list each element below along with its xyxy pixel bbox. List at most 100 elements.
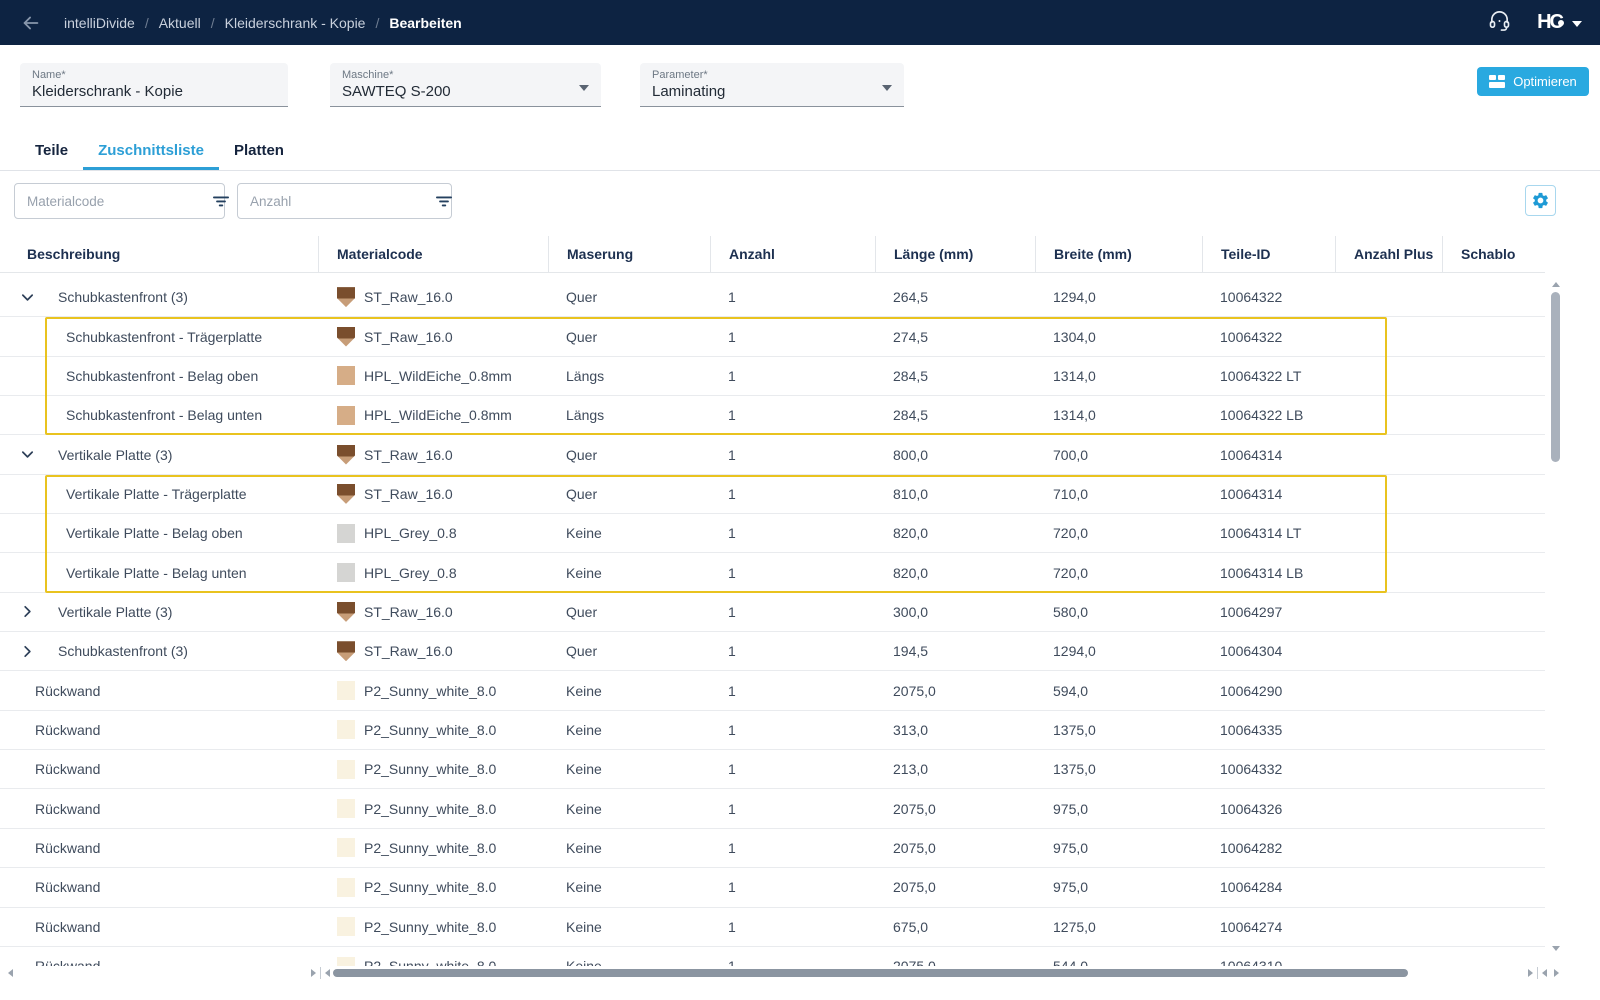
machine-field[interactable]: Maschine* — [330, 63, 601, 107]
cell-teile-id: 10064304 — [1202, 632, 1335, 670]
homag-logo[interactable]: HC — [1537, 11, 1563, 34]
breadcrumb-item-0[interactable]: intelliDivide — [64, 15, 135, 31]
vscroll-up-arrow[interactable] — [1552, 282, 1560, 287]
column-header-schablo[interactable]: Schablo — [1442, 236, 1545, 272]
column-header-teile-id[interactable]: Teile-ID — [1202, 236, 1335, 272]
breadcrumb-separator: / — [145, 15, 149, 31]
cell-maserung: Keine — [548, 553, 710, 591]
tab-platten[interactable]: Platten — [219, 134, 299, 170]
table-row-10[interactable]: Schubkastenfront (3)ST_Raw_16.0Quer1194,… — [0, 632, 1545, 671]
cell-schablone — [1442, 750, 1545, 788]
cell-anzahl-plus — [1335, 750, 1442, 788]
tab-zuschnittsliste[interactable]: Zuschnittsliste — [83, 134, 219, 170]
breadcrumb-item-1[interactable]: Aktuell — [159, 15, 201, 31]
parameter-caret-icon[interactable] — [882, 85, 892, 91]
table-row-4[interactable]: Schubkastenfront - Belag untenHPL_WildEi… — [0, 396, 1545, 435]
table-row-6[interactable]: Vertikale Platte - TrägerplatteST_Raw_16… — [0, 475, 1545, 514]
table-row-9[interactable]: Vertikale Platte (3)ST_Raw_16.0Quer1300,… — [0, 593, 1545, 632]
headset-support-icon[interactable] — [1488, 9, 1511, 37]
cell-anzahl-plus — [1335, 829, 1442, 867]
table-row-12[interactable]: RückwandP2_Sunny_white_8.0Keine1313,0137… — [0, 711, 1545, 750]
cell-anzahl-plus — [1335, 789, 1442, 827]
cell-maserung: Keine — [548, 789, 710, 827]
material-code: HPL_Grey_0.8 — [364, 565, 457, 581]
cell-materialcode: P2_Sunny_white_8.0 — [318, 789, 548, 827]
material-swatch-p2_sunny — [337, 957, 355, 966]
name-input[interactable] — [32, 81, 276, 100]
hscroll-right-arrow-pinned[interactable] — [311, 969, 316, 977]
column-header-breite-mm[interactable]: Breite (mm) — [1035, 236, 1202, 272]
column-header-anzahl-plus[interactable]: Anzahl Plus — [1335, 236, 1442, 272]
material-code: ST_Raw_16.0 — [364, 447, 453, 463]
table-row-7[interactable]: Vertikale Platte - Belag obenHPL_Grey_0.… — [0, 514, 1545, 553]
expand-group-icon[interactable] — [20, 604, 35, 619]
parameter-select[interactable] — [652, 81, 892, 100]
hscroll-corner-arrow[interactable] — [1554, 969, 1559, 977]
column-header-beschreibung[interactable]: Beschreibung — [0, 236, 318, 272]
hscroll-left-arrow-pinned[interactable] — [8, 969, 13, 977]
table-row-14[interactable]: RückwandP2_Sunny_white_8.0Keine12075,097… — [0, 789, 1545, 828]
table-row-5[interactable]: Vertikale Platte (3)ST_Raw_16.0Quer1800,… — [0, 435, 1545, 474]
anzahl-filter-input[interactable] — [238, 194, 435, 209]
machine-caret-icon[interactable] — [579, 85, 589, 91]
cell-materialcode: ST_Raw_16.0 — [318, 632, 548, 670]
cell-laenge: 300,0 — [875, 593, 1035, 631]
machine-select[interactable] — [342, 81, 589, 100]
table-row-15[interactable]: RückwandP2_Sunny_white_8.0Keine12075,097… — [0, 829, 1545, 868]
table-row-13[interactable]: RückwandP2_Sunny_white_8.0Keine1213,0137… — [0, 750, 1545, 789]
table-row-2[interactable]: Schubkastenfront - TrägerplatteST_Raw_16… — [0, 317, 1545, 356]
anzahl-filter[interactable] — [237, 183, 452, 219]
breadcrumb-item-2[interactable]: Kleiderschrank - Kopie — [225, 15, 366, 31]
row-description: Rückwand — [35, 722, 100, 738]
cell-anzahl-plus — [1335, 632, 1442, 670]
column-header-länge-mm[interactable]: Länge (mm) — [875, 236, 1035, 272]
cell-laenge: 213,0 — [875, 750, 1035, 788]
optimize-button[interactable]: Optimieren — [1477, 67, 1589, 96]
cell-anzahl: 1 — [710, 278, 875, 316]
hscroll-left-arrow-end[interactable] — [1542, 969, 1547, 977]
tab-teile[interactable]: Teile — [20, 134, 83, 170]
table-row-11[interactable]: RückwandP2_Sunny_white_8.0Keine12075,059… — [0, 671, 1545, 710]
collapse-group-icon[interactable] — [20, 290, 35, 305]
column-header-materialcode[interactable]: Materialcode — [318, 236, 548, 272]
collapse-group-icon[interactable] — [20, 447, 35, 462]
table-row-3[interactable]: Schubkastenfront - Belag obenHPL_WildEic… — [0, 357, 1545, 396]
table-row-17[interactable]: RückwandP2_Sunny_white_8.0Keine1675,0127… — [0, 908, 1545, 947]
filter-icon[interactable] — [435, 193, 453, 209]
material-code: HPL_WildEiche_0.8mm — [364, 407, 512, 423]
parameter-field[interactable]: Parameter* — [640, 63, 904, 107]
materialcode-filter[interactable] — [14, 183, 225, 219]
vertical-scrollbar-thumb[interactable] — [1551, 292, 1560, 462]
table-row-1[interactable]: Schubkastenfront (3)ST_Raw_16.0Quer1264,… — [0, 278, 1545, 317]
materialcode-filter-input[interactable] — [15, 194, 212, 209]
cell-teile-id: 10064322 LT — [1202, 357, 1335, 395]
cell-teile-id: 10064314 — [1202, 475, 1335, 513]
column-header-maserung[interactable]: Maserung — [548, 236, 710, 272]
material-code: ST_Raw_16.0 — [364, 329, 453, 345]
table-settings-button[interactable] — [1525, 185, 1556, 216]
hscroll-right-arrow[interactable] — [1528, 969, 1533, 977]
filter-icon[interactable] — [212, 193, 230, 209]
table-row-16[interactable]: RückwandP2_Sunny_white_8.0Keine12075,097… — [0, 868, 1545, 907]
vscroll-down-arrow[interactable] — [1552, 946, 1560, 951]
horizontal-scrollbar-thumb[interactable] — [333, 969, 1408, 977]
cell-teile-id: 10064314 — [1202, 435, 1335, 473]
column-header-anzahl[interactable]: Anzahl — [710, 236, 875, 272]
cell-anzahl: 1 — [710, 671, 875, 709]
cell-anzahl: 1 — [710, 711, 875, 749]
expand-group-icon[interactable] — [20, 644, 35, 659]
hscroll-left-arrow[interactable] — [325, 969, 330, 977]
cell-materialcode: ST_Raw_16.0 — [318, 317, 548, 355]
cell-laenge: 2075,0 — [875, 671, 1035, 709]
cell-laenge: 820,0 — [875, 514, 1035, 552]
name-field[interactable]: Name* — [20, 63, 288, 107]
back-arrow-icon[interactable] — [20, 12, 42, 34]
cell-anzahl: 1 — [710, 553, 875, 591]
cell-schablone — [1442, 789, 1545, 827]
cell-anzahl: 1 — [710, 829, 875, 867]
table-row-8[interactable]: Vertikale Platte - Belag untenHPL_Grey_0… — [0, 553, 1545, 592]
cell-teile-id: 10064310 — [1202, 947, 1335, 966]
account-menu-caret-icon[interactable] — [1572, 21, 1582, 27]
table-row-18[interactable]: RückwandP2_Sunny_white_8.0Keine12075,054… — [0, 947, 1545, 966]
hscroll-divider — [320, 967, 321, 979]
